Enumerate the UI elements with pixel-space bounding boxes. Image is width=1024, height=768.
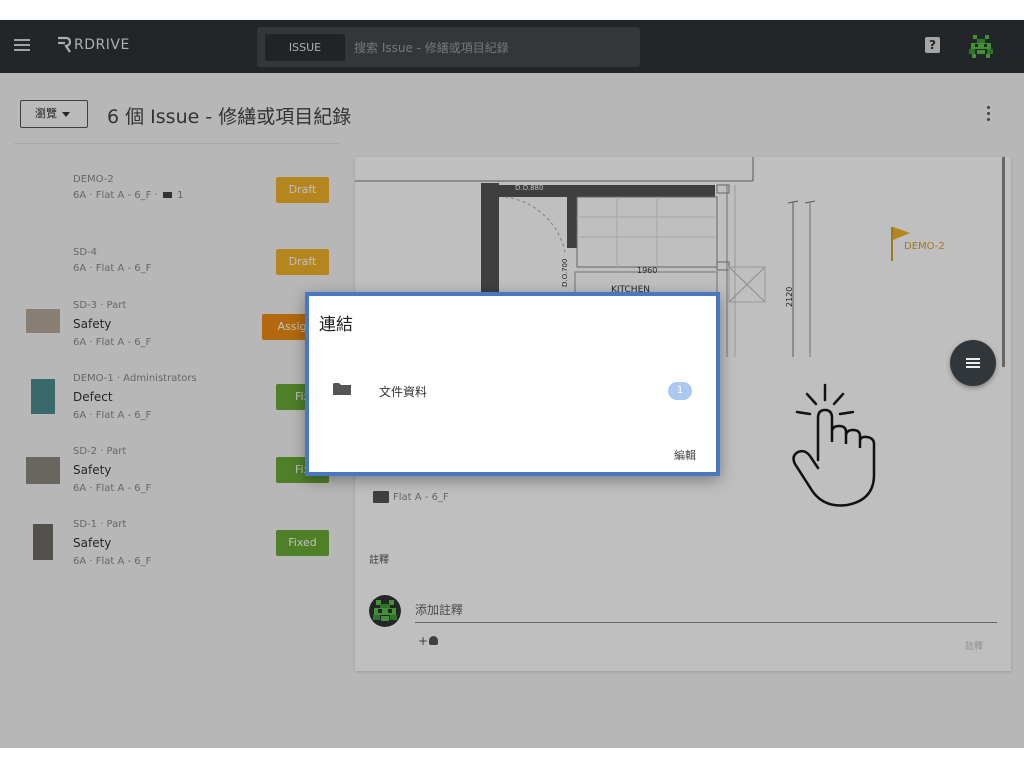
tap-gesture-icon	[792, 383, 876, 507]
linked-folder-item[interactable]: 文件資料	[379, 383, 427, 400]
links-dialog: 連結 文件資料 1 編輯	[305, 292, 720, 476]
fab-menu-button[interactable]	[950, 340, 996, 386]
app-frame: RDRIVE ISSUE 搜索 Issue - 修繕或項目紀錄 ? 瀏覽 6 個…	[0, 20, 1024, 748]
edit-button[interactable]: 編輯	[674, 447, 696, 463]
dialog-title: 連結	[319, 315, 353, 335]
folder-icon	[333, 383, 351, 395]
item-count-badge: 1	[668, 382, 692, 400]
